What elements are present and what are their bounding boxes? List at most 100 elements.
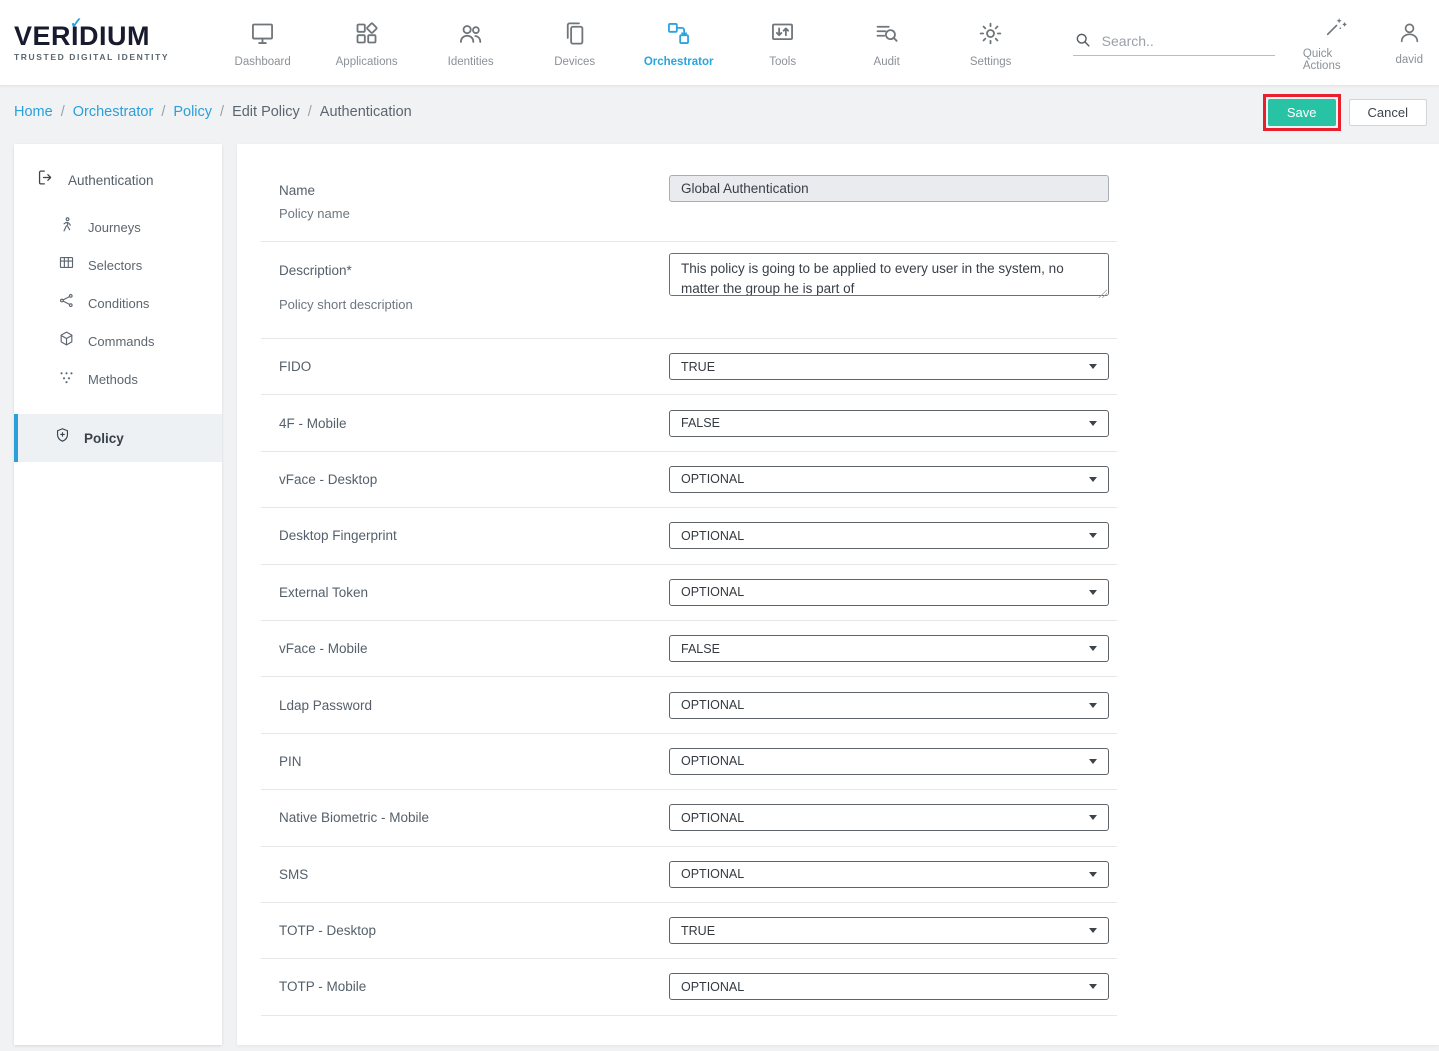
field-label: External Token	[261, 585, 669, 600]
sidebar-header-authentication[interactable]: Authentication	[14, 162, 222, 198]
methods-icon	[58, 368, 88, 390]
field-label: vFace - Desktop	[261, 472, 669, 487]
sidebar-item-journeys[interactable]: Journeys	[14, 208, 222, 246]
nav-item-orchestrator[interactable]: Orchestrator	[627, 18, 731, 68]
form-row-4f-mobile: 4F - MobileFALSE	[261, 395, 1117, 451]
user-menu[interactable]: david	[1396, 20, 1424, 66]
form-row-name: Name Policy name	[261, 166, 1117, 242]
select-totp-desktop[interactable]: TRUE	[669, 917, 1109, 944]
breadcrumb-separator: /	[220, 104, 224, 120]
breadcrumb-item-policy[interactable]: Policy	[173, 104, 212, 120]
cancel-button[interactable]: Cancel	[1349, 99, 1427, 126]
chevron-down-icon	[1089, 421, 1097, 426]
sidebar-item-policy[interactable]: Policy	[14, 414, 222, 462]
breadcrumb-separator: /	[61, 104, 65, 120]
journeys-icon	[58, 216, 88, 238]
save-button-highlight: Save	[1263, 94, 1341, 131]
nav-item-dashboard[interactable]: Dashboard	[211, 18, 315, 68]
top-bar: VERIDIUM ✓ TRUSTED DIGITAL IDENTITY Dash…	[0, 0, 1439, 86]
chevron-down-icon	[1089, 759, 1097, 764]
sidebar: Authentication JourneysSelectorsConditio…	[14, 144, 222, 1045]
field-label: PIN	[261, 754, 669, 769]
sidebar-item-selectors[interactable]: Selectors	[14, 246, 222, 284]
resize-grip-icon[interactable]	[1098, 289, 1107, 298]
nav-item-identities[interactable]: Identities	[419, 18, 523, 68]
name-sublabel: Policy name	[279, 206, 669, 221]
brand-tagline: TRUSTED DIGITAL IDENTITY	[14, 52, 211, 62]
sidebar-header-label: Authentication	[68, 173, 154, 188]
nav-item-tools[interactable]: Tools	[731, 18, 835, 68]
select-totp-mobile[interactable]: OPTIONAL	[669, 973, 1109, 1000]
search-box	[1073, 30, 1275, 56]
field-label: 4F - Mobile	[261, 416, 669, 431]
select-value: OPTIONAL	[681, 980, 744, 994]
form-row-totp-desktop: TOTP - DesktopTRUE	[261, 903, 1117, 959]
chevron-down-icon	[1089, 703, 1097, 708]
settings-icon	[977, 20, 1004, 47]
form-row-sms: SMS OPTIONAL	[261, 847, 1117, 903]
form-row-fido: FIDOTRUE	[261, 339, 1117, 395]
chevron-down-icon	[1089, 646, 1097, 651]
nav-item-devices[interactable]: Devices	[523, 18, 627, 68]
select-value: OPTIONAL	[681, 698, 744, 712]
chevron-down-icon	[1089, 590, 1097, 595]
brand-logo[interactable]: VERIDIUM ✓ TRUSTED DIGITAL IDENTITY	[14, 23, 211, 62]
applications-icon	[353, 20, 380, 47]
select-desktop-fingerprint[interactable]: OPTIONAL	[669, 522, 1109, 549]
user-icon	[1397, 20, 1422, 45]
chevron-down-icon	[1089, 364, 1097, 369]
magic-wand-icon	[1323, 14, 1348, 39]
sidebar-item-conditions[interactable]: Conditions	[14, 284, 222, 322]
chevron-down-icon	[1089, 928, 1097, 933]
select-value: OPTIONAL	[681, 754, 744, 768]
conditions-icon	[58, 292, 88, 314]
field-label: SMS	[261, 867, 669, 882]
select-vface-mobile[interactable]: FALSE	[669, 635, 1109, 662]
quick-actions-button[interactable]: Quick Actions	[1303, 14, 1368, 72]
select-fido[interactable]: TRUE	[669, 353, 1109, 380]
breadcrumb-item-orchestrator[interactable]: Orchestrator	[73, 104, 154, 120]
select-pin[interactable]: OPTIONAL	[669, 748, 1109, 775]
sidebar-items: JourneysSelectorsConditionsCommandsMetho…	[14, 208, 222, 462]
breadcrumb-item-home[interactable]: Home	[14, 104, 53, 120]
breadcrumb-item-edit-policy: Edit Policy	[232, 104, 300, 120]
form-row-native-biometric-mobile: Native Biometric - MobileOPTIONAL	[261, 790, 1117, 846]
policy-name-input[interactable]	[669, 175, 1109, 202]
select-value: TRUE	[681, 924, 715, 938]
field-label: Ldap Password	[261, 698, 669, 713]
chevron-down-icon	[1089, 872, 1097, 877]
select-ldap-password[interactable]: OPTIONAL	[669, 692, 1109, 719]
nav-item-audit[interactable]: Audit	[835, 18, 939, 68]
breadcrumb-item-authentication: Authentication	[320, 104, 412, 120]
nav-item-settings[interactable]: Settings	[939, 18, 1043, 68]
search-icon	[1073, 30, 1092, 49]
select-external-token[interactable]: OPTIONAL	[669, 579, 1109, 606]
tools-icon	[769, 20, 796, 47]
select-vface-desktop[interactable]: OPTIONAL	[669, 466, 1109, 493]
select-sms[interactable]: OPTIONAL	[669, 861, 1109, 888]
breadcrumb-separator: /	[308, 104, 312, 120]
policy-description-textarea[interactable]: This policy is going to be applied to ev…	[669, 253, 1109, 296]
orchestrator-icon	[665, 20, 692, 47]
form-row-description: Description* Policy short description Th…	[261, 242, 1117, 339]
select-native-biometric-mobile[interactable]: OPTIONAL	[669, 804, 1109, 831]
quick-actions-label: Quick Actions	[1303, 48, 1368, 72]
select-value: OPTIONAL	[681, 867, 744, 881]
select-value: OPTIONAL	[681, 585, 744, 599]
chevron-down-icon	[1089, 984, 1097, 989]
main-nav: DashboardApplicationsIdentitiesDevicesOr…	[211, 18, 1043, 68]
selectors-icon	[58, 254, 88, 276]
form-row-pin: PIN OPTIONAL	[261, 734, 1117, 790]
sidebar-item-methods[interactable]: Methods	[14, 360, 222, 398]
save-button[interactable]: Save	[1268, 99, 1336, 126]
search-input[interactable]	[1102, 33, 1272, 49]
nav-item-applications[interactable]: Applications	[315, 18, 419, 68]
sidebar-item-commands[interactable]: Commands	[14, 322, 222, 360]
policy-icon	[54, 427, 84, 449]
page-actions: Save Cancel	[1263, 94, 1427, 131]
logo-check-icon: ✓	[70, 14, 83, 32]
login-icon	[36, 168, 68, 192]
name-label: Name	[279, 183, 669, 198]
field-label: FIDO	[261, 359, 669, 374]
select-4f-mobile[interactable]: FALSE	[669, 410, 1109, 437]
